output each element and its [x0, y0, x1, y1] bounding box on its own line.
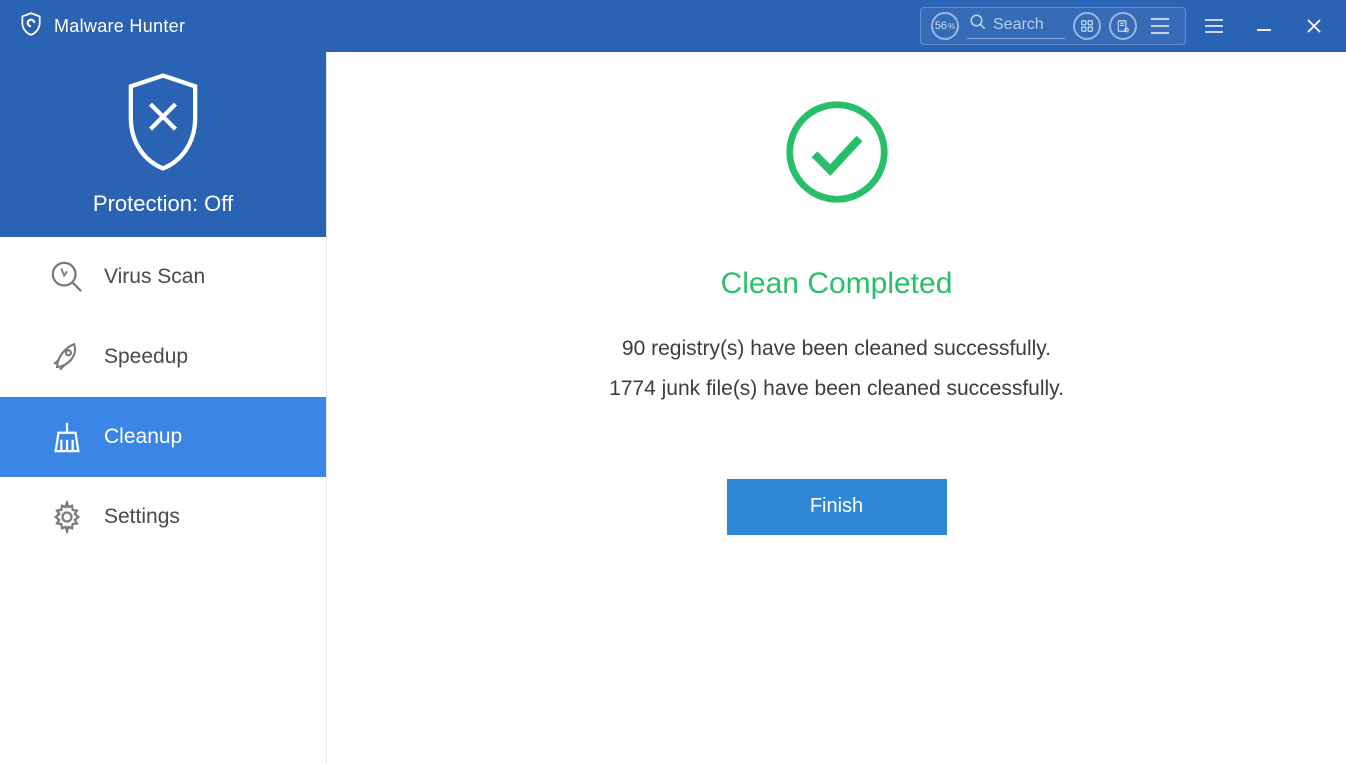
apps-grid-button[interactable]: [1073, 12, 1101, 40]
protection-status-label: Protection: Off: [93, 191, 233, 217]
success-check-icon: [783, 98, 891, 211]
sidebar-item-settings[interactable]: Settings: [0, 477, 326, 557]
sidebar-item-label: Speedup: [104, 345, 188, 369]
protection-status-panel[interactable]: Protection: Off: [0, 52, 326, 237]
main-panel: Clean Completed 90 registry(s) have been…: [326, 52, 1346, 764]
main-menu-button[interactable]: [1145, 18, 1175, 34]
finish-button[interactable]: Finish: [727, 479, 947, 535]
progress-value: 56: [935, 20, 947, 32]
db-update-progress[interactable]: 56%: [931, 12, 959, 40]
app-logo-icon: [18, 11, 44, 42]
window-menu-button[interactable]: [1192, 8, 1236, 44]
app-title: Malware Hunter: [54, 16, 185, 37]
shield-x-icon: [120, 72, 206, 177]
minimize-button[interactable]: [1242, 8, 1286, 44]
sidebar-item-speedup[interactable]: Speedup: [0, 317, 326, 397]
titlebar-tool-group: 56%: [920, 7, 1186, 45]
scan-icon: [48, 260, 86, 294]
close-button[interactable]: [1292, 8, 1336, 44]
sidebar-item-label: Cleanup: [104, 425, 182, 449]
search-input[interactable]: [993, 16, 1063, 34]
result-details: 90 registry(s) have been cleaned success…: [609, 329, 1064, 409]
percent-symbol: %: [948, 22, 955, 31]
search-wrap[interactable]: [967, 13, 1065, 39]
sidebar-item-label: Settings: [104, 505, 180, 529]
gear-icon: [48, 500, 86, 534]
search-icon: [969, 13, 987, 36]
rocket-icon: [48, 340, 86, 374]
result-title: Clean Completed: [721, 267, 953, 301]
broom-icon: [48, 420, 86, 454]
result-line-junkfiles: 1774 junk file(s) have been cleaned succ…: [609, 369, 1064, 409]
sidebar-item-virus-scan[interactable]: Virus Scan: [0, 237, 326, 317]
sidebar: Protection: Off Virus Scan: [0, 52, 326, 764]
sidebar-item-label: Virus Scan: [104, 265, 205, 289]
titlebar-right: 56%: [920, 7, 1336, 45]
titlebar-left: Malware Hunter: [18, 11, 185, 42]
news-button[interactable]: [1109, 12, 1137, 40]
sidebar-item-cleanup[interactable]: Cleanup: [0, 397, 326, 477]
app-body: Protection: Off Virus Scan: [0, 52, 1346, 764]
result-line-registry: 90 registry(s) have been cleaned success…: [609, 329, 1064, 369]
sidebar-nav: Virus Scan Speedup: [0, 237, 326, 557]
titlebar: Malware Hunter 56%: [0, 0, 1346, 52]
